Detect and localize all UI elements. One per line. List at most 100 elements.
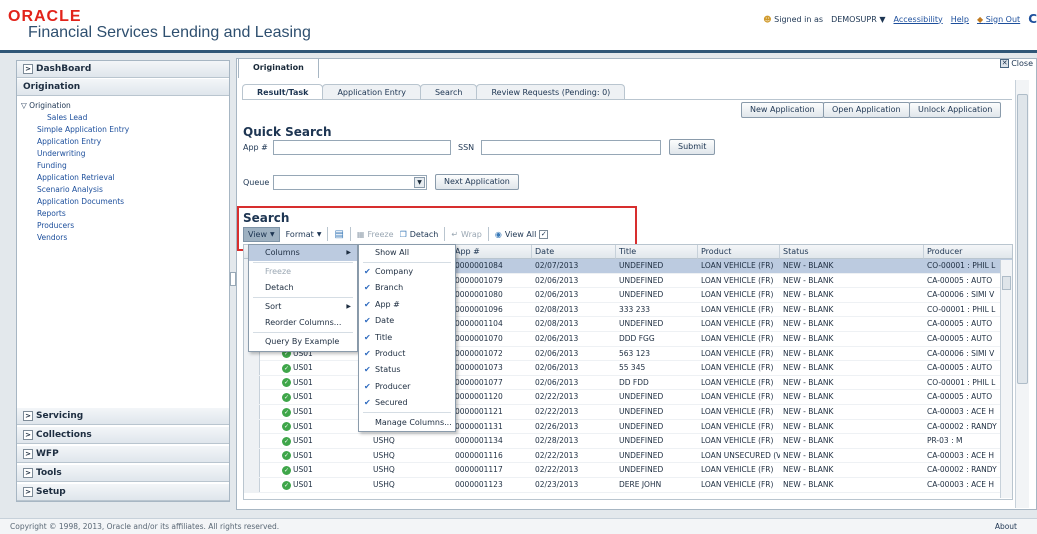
nav-item-scenario-analysis[interactable]: Scenario Analysis (37, 185, 103, 194)
nav-setup[interactable]: > Setup (17, 484, 229, 501)
table-cell: NEW - BLANK (783, 334, 834, 343)
column-header-title[interactable]: Title (616, 245, 698, 259)
queue-select[interactable]: ▼ (273, 175, 427, 190)
nav-collections[interactable]: > Collections (17, 427, 229, 444)
column-header-product[interactable]: Product (698, 245, 780, 259)
table-row[interactable]: ✓ US01 USHQ 0000001117 02/22/2013 UNDEFINED LO… (244, 463, 1012, 478)
table-row[interactable]: ✓ US01 USHQ 0000001123 02/23/2013 DERE JOHN LO… (244, 478, 1012, 493)
scrollbar-thumb[interactable] (1017, 94, 1028, 384)
checkmark-icon: ✔ (364, 283, 371, 293)
menu-item-show-all[interactable]: Show All (359, 245, 455, 261)
table-cell: UNDEFINED (619, 436, 664, 446)
expand-icon: > (23, 429, 33, 440)
new-application-button[interactable]: New Application (741, 102, 824, 118)
about-link[interactable]: About (995, 522, 1017, 531)
table-cell: 0000001070 (455, 334, 503, 343)
table-cell: 0000001079 (455, 275, 503, 285)
column-header-date[interactable]: Date (532, 245, 616, 259)
table-cell: LOAN VEHICLE (FR) (701, 480, 774, 489)
column-header-status[interactable]: Status (780, 245, 924, 259)
ssn-input[interactable] (481, 140, 661, 155)
row-header[interactable] (244, 478, 260, 492)
menu-item-reorder-columns[interactable]: Reorder Columns... (249, 315, 357, 331)
menu-item-column-toggle[interactable]: ✔ Date (359, 313, 455, 329)
submit-button[interactable]: Submit (669, 139, 716, 155)
table-cell: 02/23/2013 (535, 480, 579, 489)
menu-item-label: Branch (375, 283, 404, 293)
table-row[interactable]: ✓ US01 USHQ 0000001116 02/22/2013 UNDEFINED LO… (244, 448, 1012, 464)
menu-item-detach[interactable]: Detach (249, 280, 357, 296)
menu-item-column-toggle[interactable]: ✔ Company (359, 264, 455, 280)
column-header-producer[interactable]: Producer (924, 245, 1012, 259)
table-cell: USHQ (373, 480, 395, 489)
menu-item-column-toggle[interactable]: ✔ Producer (359, 379, 455, 395)
table-cell: LOAN VEHICLE (FR) (701, 436, 774, 446)
row-header[interactable] (244, 375, 260, 390)
menu-item-column-toggle[interactable]: ✔ Secured (359, 395, 455, 411)
menu-item-query-by-example[interactable]: Query By Example (249, 334, 357, 350)
row-header[interactable] (244, 463, 260, 478)
table-cell: ✓ US01 (260, 405, 370, 419)
tab-result-task[interactable]: Result/Task (242, 84, 324, 100)
nav-item-application-entry[interactable]: Application Entry (37, 137, 101, 146)
nav-item-simple-application-entry[interactable]: Simple Application Entry (37, 125, 129, 134)
menu-item-sort[interactable]: Sort ▶ (249, 299, 357, 315)
nav-item-reports[interactable]: Reports (37, 209, 66, 218)
menu-separator (253, 297, 353, 298)
unlock-application-button[interactable]: Unlock Application (909, 102, 1002, 118)
row-header[interactable] (244, 419, 260, 434)
tab-origination[interactable]: Origination (238, 58, 319, 78)
tab-application-entry[interactable]: Application Entry (322, 84, 421, 100)
checkmark-icon: ✔ (364, 381, 371, 391)
company-text: US01 (293, 436, 313, 446)
scrollbar-thumb[interactable] (1002, 276, 1011, 290)
nav-origination-group[interactable]: ▽ Origination (21, 101, 71, 110)
app-number-input[interactable] (273, 140, 451, 155)
row-header[interactable] (244, 390, 260, 405)
table-scrollbar[interactable] (1000, 260, 1012, 498)
menu-item-freeze[interactable]: Freeze (249, 264, 357, 280)
nav-origination-header[interactable]: Origination (17, 79, 229, 96)
table-cell: 0000001123 (455, 480, 503, 489)
tab-search[interactable]: Search (419, 84, 478, 100)
row-header[interactable] (244, 361, 260, 376)
nav-item-underwriting[interactable]: Underwriting (37, 149, 86, 158)
nav-item-funding[interactable]: Funding (37, 161, 67, 170)
table-cell: DD FDD (619, 377, 649, 387)
row-header[interactable] (244, 448, 260, 463)
table-cell: 0000001121 (455, 407, 503, 416)
nav-item-producers[interactable]: Producers (37, 221, 74, 230)
user-menu[interactable]: DEMOSUPR ▼ (831, 15, 885, 24)
nav-item-application-documents[interactable]: Application Documents (37, 197, 124, 206)
table-row[interactable]: ✓ US01 USHQ 0000001134 02/28/2013 UNDEFINED LO… (244, 434, 1012, 449)
menu-item-manage-columns[interactable]: Manage Columns... (359, 415, 455, 431)
menu-item-column-toggle[interactable]: ✔ Title (359, 330, 455, 346)
menu-item-column-toggle[interactable]: ✔ Branch (359, 280, 455, 296)
column-header-app-number[interactable]: App # (452, 245, 532, 259)
nav-item-sales-lead[interactable]: Sales Lead (47, 113, 87, 122)
next-application-button[interactable]: Next Application (435, 174, 519, 190)
sign-out-link[interactable]: ◆ Sign Out (977, 15, 1020, 24)
help-link[interactable]: Help (951, 15, 969, 24)
menu-item-column-toggle[interactable]: ✔ Product (359, 346, 455, 362)
nav-wfp[interactable]: > WFP (17, 446, 229, 463)
menu-item-column-toggle[interactable]: ✔ Status (359, 362, 455, 378)
close-button[interactable]: ✕ Close (1000, 59, 1033, 68)
nav-dashboard[interactable]: > DashBoard (17, 61, 229, 78)
nav-servicing[interactable]: > Servicing (17, 408, 229, 425)
menu-item-column-toggle[interactable]: ✔ App # (359, 297, 455, 313)
table-cell: LOAN UNSECURED (V (701, 450, 780, 460)
table-cell: ✓ US01 (260, 434, 370, 448)
nav-tools[interactable]: > Tools (17, 465, 229, 482)
row-header[interactable] (244, 405, 260, 419)
row-header[interactable] (244, 434, 260, 449)
page-scrollbar[interactable] (1015, 80, 1029, 508)
menu-item-columns[interactable]: Columns ▶ (249, 245, 357, 261)
accessibility-link[interactable]: Accessibility (894, 15, 943, 24)
table-cell: 02/06/2013 (535, 275, 579, 285)
open-application-button[interactable]: Open Application (823, 102, 910, 118)
nav-item-vendors[interactable]: Vendors (37, 233, 67, 242)
nav-item-application-retrieval[interactable]: Application Retrieval (37, 173, 115, 182)
tab-review-requests[interactable]: Review Requests (Pending: 0) (476, 84, 626, 100)
company-text: US01 (293, 450, 313, 460)
